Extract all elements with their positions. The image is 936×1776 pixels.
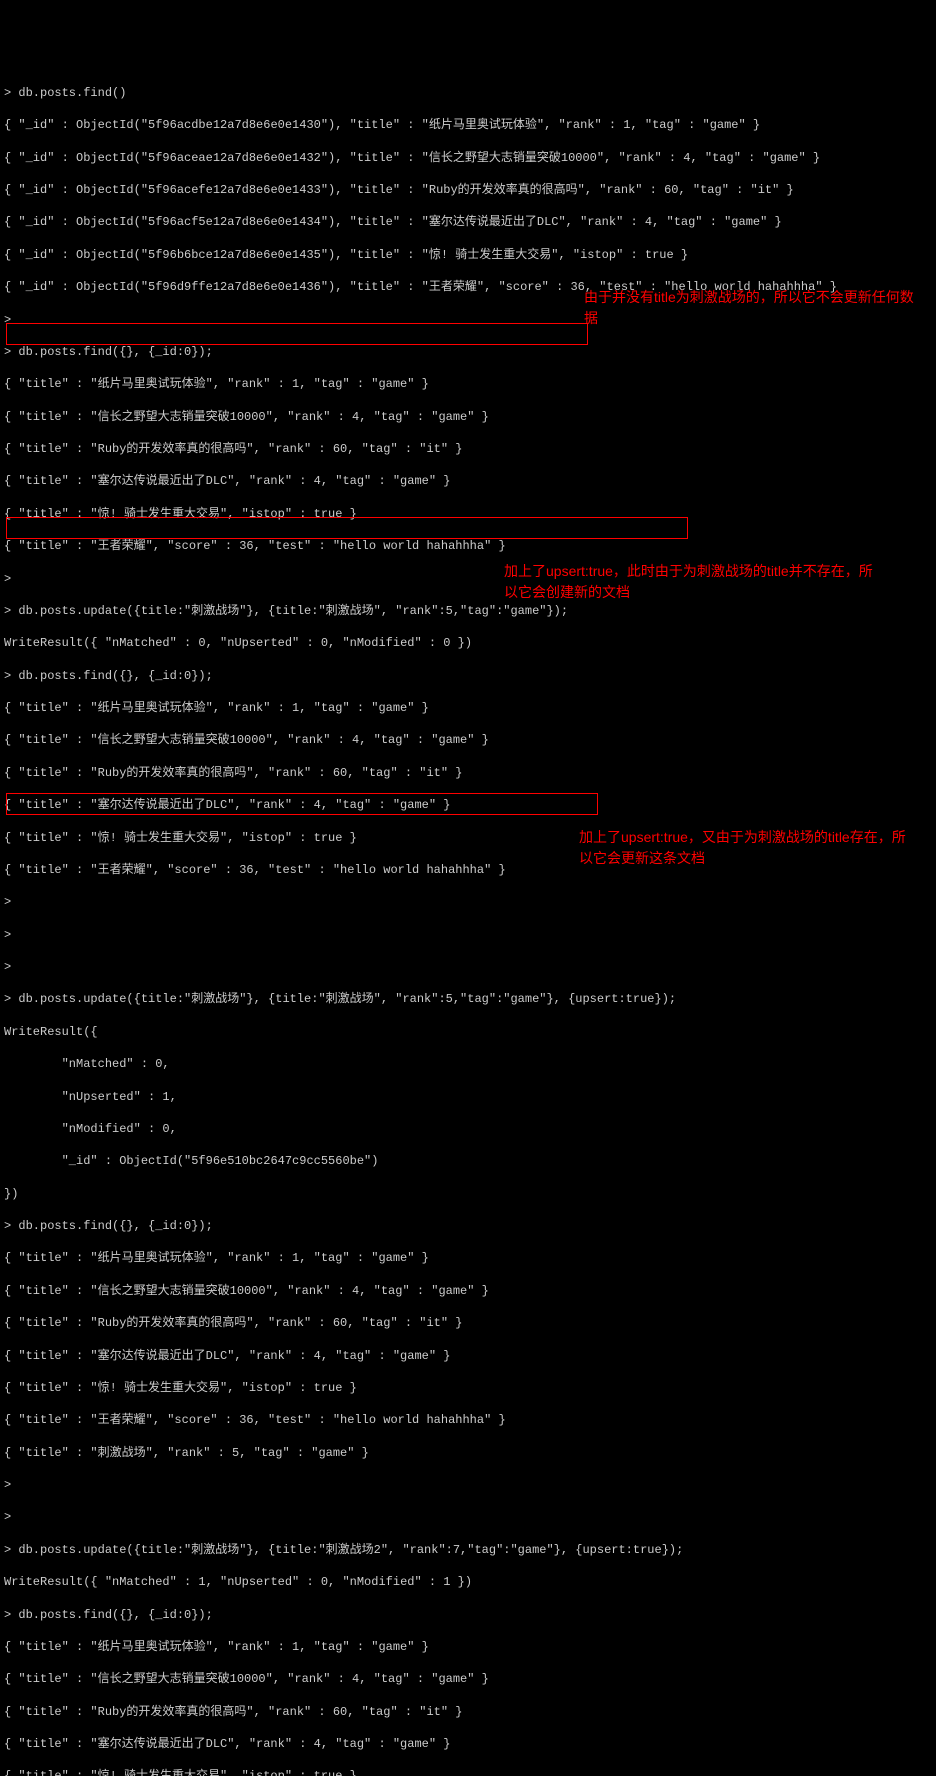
result-row: { "title" : "信长之野望大志销量突破10000", "rank" :…	[4, 1283, 932, 1299]
cmd-line: > db.posts.update({title:"刺激战场"}, {title…	[4, 1542, 932, 1558]
result-row: "_id" : ObjectId("5f96e510bc2647c9cc5560…	[4, 1153, 932, 1169]
prompt-line: >	[4, 927, 932, 943]
result-row: })	[4, 1186, 932, 1202]
result-row: { "_id" : ObjectId("5f96aceae12a7d8e6e0e…	[4, 150, 932, 166]
cmd-line: > db.posts.find({}, {_id:0});	[4, 668, 932, 684]
result-row: "nUpserted" : 1,	[4, 1089, 932, 1105]
cmd-line: > db.posts.find()	[4, 85, 932, 101]
result-row: { "_id" : ObjectId("5f96acefe12a7d8e6e0e…	[4, 182, 932, 198]
result-row: { "title" : "纸片马里奥试玩体验", "rank" : 1, "ta…	[4, 700, 932, 716]
result-row: { "title" : "王者荣耀", "score" : 36, "test"…	[4, 538, 932, 554]
result-row: { "title" : "纸片马里奥试玩体验", "rank" : 1, "ta…	[4, 1250, 932, 1266]
result-row: { "title" : "纸片马里奥试玩体验", "rank" : 1, "ta…	[4, 1639, 932, 1655]
annotation-1: 由于并没有title为刺激战场的，所以它不会更新任何数据	[584, 287, 924, 329]
result-row: { "title" : "信长之野望大志销量突破10000", "rank" :…	[4, 1671, 932, 1687]
terminal-output[interactable]: > db.posts.find() { "_id" : ObjectId("5f…	[4, 69, 932, 1776]
result-row: { "title" : "塞尔达传说最近出了DLC", "rank" : 4, …	[4, 1736, 932, 1752]
result-row: { "title" : "惊! 骑士发生重大交易", "istop" : tru…	[4, 506, 932, 522]
cmd-line: > db.posts.find({}, {_id:0});	[4, 1607, 932, 1623]
result-row: WriteResult({ "nMatched" : 0, "nUpserted…	[4, 635, 932, 651]
result-row: { "title" : "纸片马里奥试玩体验", "rank" : 1, "ta…	[4, 376, 932, 392]
prompt-line: >	[4, 1509, 932, 1525]
result-row: { "title" : "刺激战场", "rank" : 5, "tag" : …	[4, 1445, 932, 1461]
cmd-line: > db.posts.update({title:"刺激战场"}, {title…	[4, 991, 932, 1007]
result-row: { "title" : "王者荣耀", "score" : 36, "test"…	[4, 1412, 932, 1428]
result-row: { "title" : "信长之野望大志销量突破10000", "rank" :…	[4, 409, 932, 425]
result-row: WriteResult({	[4, 1024, 932, 1040]
result-row: { "title" : "塞尔达传说最近出了DLC", "rank" : 4, …	[4, 473, 932, 489]
result-row: { "title" : "Ruby的开发效率真的很高吗", "rank" : 6…	[4, 765, 932, 781]
result-row: { "title" : "信长之野望大志销量突破10000", "rank" :…	[4, 732, 932, 748]
annotation-2: 加上了upsert:true，此时由于为刺激战场的title并不存在，所以它会创…	[504, 561, 884, 603]
result-row: { "title" : "塞尔达传说最近出了DLC", "rank" : 4, …	[4, 1348, 932, 1364]
prompt-line: >	[4, 959, 932, 975]
prompt-line: >	[4, 1477, 932, 1493]
result-row: { "title" : "塞尔达传说最近出了DLC", "rank" : 4, …	[4, 797, 932, 813]
result-row: { "title" : "Ruby的开发效率真的很高吗", "rank" : 6…	[4, 1704, 932, 1720]
result-row: { "title" : "Ruby的开发效率真的很高吗", "rank" : 6…	[4, 1315, 932, 1331]
cmd-line: > db.posts.find({}, {_id:0});	[4, 1218, 932, 1234]
result-row: { "_id" : ObjectId("5f96b6bce12a7d8e6e0e…	[4, 247, 932, 263]
result-row: { "title" : "惊! 骑士发生重大交易", "istop" : tru…	[4, 1768, 932, 1776]
cmd-line: > db.posts.find({}, {_id:0});	[4, 344, 932, 360]
result-row: { "_id" : ObjectId("5f96acdbe12a7d8e6e0e…	[4, 117, 932, 133]
cmd-line: > db.posts.update({title:"刺激战场"}, {title…	[4, 603, 932, 619]
annotation-3: 加上了upsert:true，又由于为刺激战场的title存在，所以它会更新这条…	[579, 827, 919, 869]
result-row: { "_id" : ObjectId("5f96acf5e12a7d8e6e0e…	[4, 214, 932, 230]
result-row: "nModified" : 0,	[4, 1121, 932, 1137]
result-row: WriteResult({ "nMatched" : 1, "nUpserted…	[4, 1574, 932, 1590]
prompt-line: >	[4, 894, 932, 910]
result-row: { "title" : "Ruby的开发效率真的很高吗", "rank" : 6…	[4, 441, 932, 457]
result-row: "nMatched" : 0,	[4, 1056, 932, 1072]
result-row: { "title" : "惊! 骑士发生重大交易", "istop" : tru…	[4, 1380, 932, 1396]
